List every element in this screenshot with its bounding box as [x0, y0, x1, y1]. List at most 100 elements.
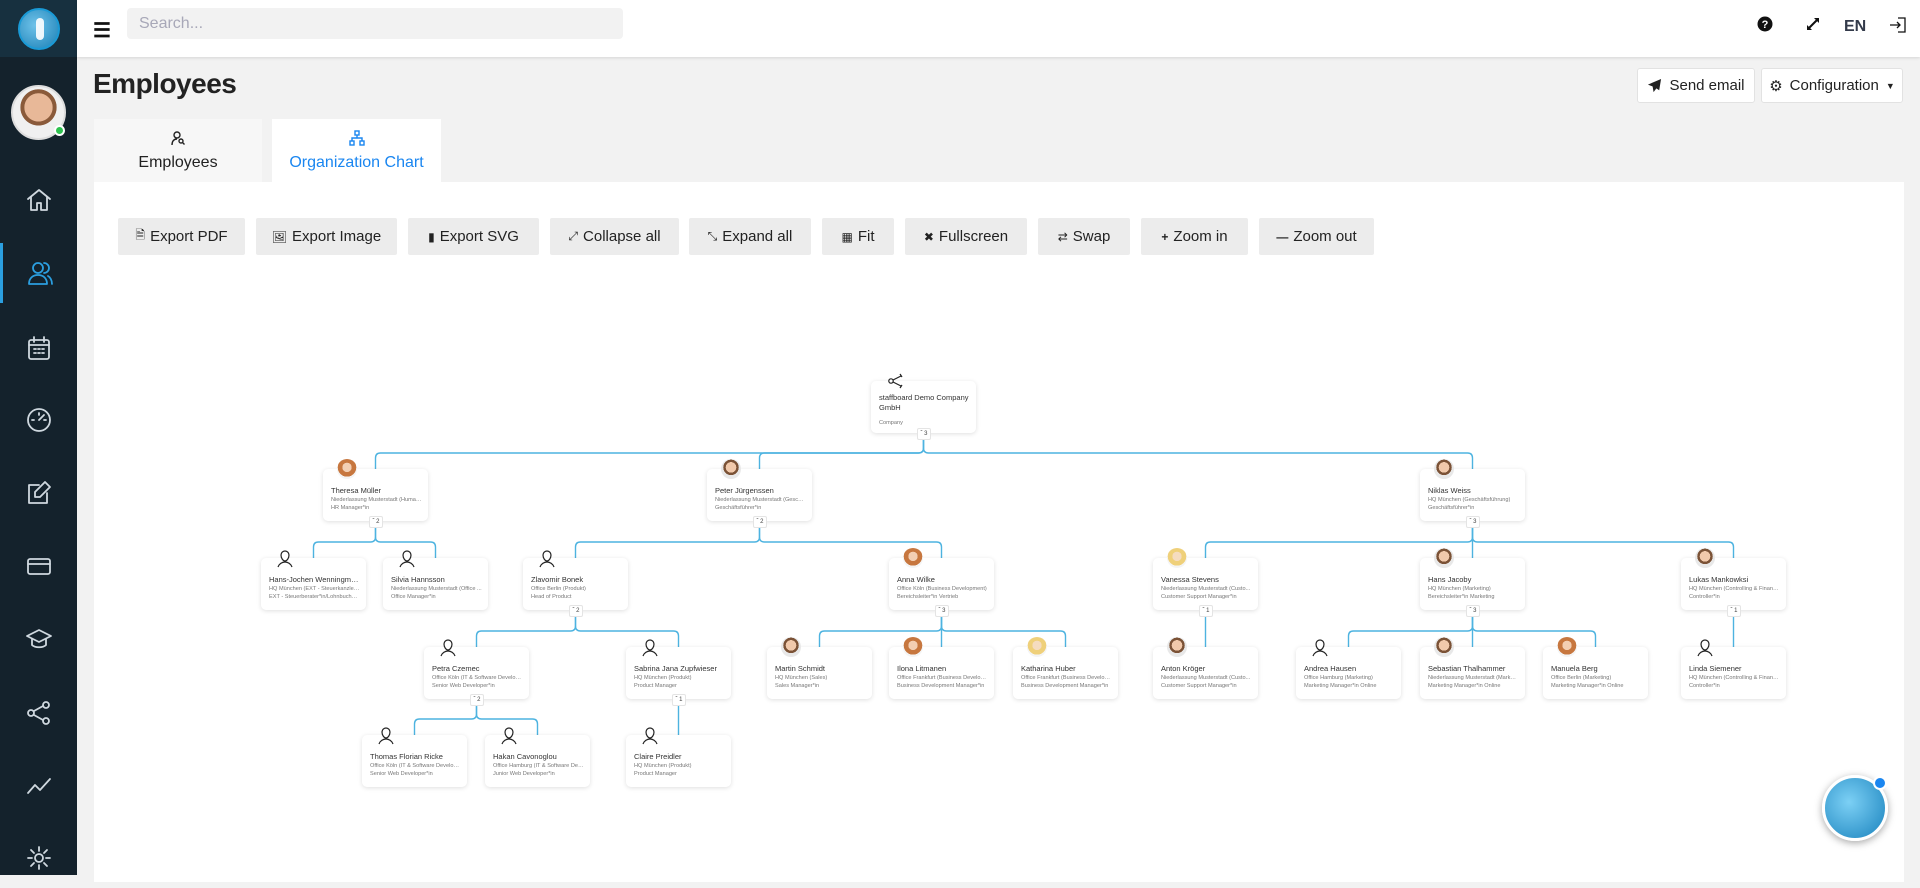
org-node-employee[interactable]: Petra Czemec Office Köln (IT & Software D…: [424, 639, 529, 706]
sidebar-item-users[interactable]: [0, 243, 77, 303]
app-logo[interactable]: [0, 0, 77, 57]
collapse-children-button[interactable]: ˆ 1: [672, 694, 686, 706]
sidebar-item-edit[interactable]: [0, 463, 77, 523]
collapse-children-button[interactable]: ˆ 2: [753, 516, 767, 528]
org-node-employee[interactable]: Katharina Huber Office Frankfurt (Busines…: [1013, 637, 1118, 699]
org-node-employee[interactable]: Sabrina Jana Zupfwieser HQ München (Produ…: [626, 639, 731, 706]
toolbar-fit-button[interactable]: ▦ Fit: [822, 218, 894, 255]
org-node-employee[interactable]: Anna Wilke Office Köln (Business Developm…: [889, 548, 994, 617]
employee-photo: [1557, 637, 1577, 657]
sitemap-icon: [348, 129, 365, 146]
node-position: Head of Product: [531, 594, 572, 600]
help-assistant-button[interactable]: [1822, 775, 1888, 841]
org-node-company[interactable]: staffboard Demo Company GmbH Company ˆ 3: [871, 373, 976, 440]
org-node-employee[interactable]: Silvia Hannsson Niederlassung Musterstadt…: [383, 550, 488, 610]
node-name: Hans-Jochen Wenningmeier: [269, 575, 360, 584]
node-position: Senior Web Developer*in: [432, 683, 495, 689]
graduation-cap-icon: [25, 629, 52, 649]
org-node-employee[interactable]: Peter Jürgenssen Niederlassung Musterstad…: [707, 459, 812, 528]
toolbar-export-svg-button[interactable]: ▮ Export SVG: [408, 218, 539, 255]
node-name: Manuela Berg: [1551, 664, 1598, 673]
toolbar-export-pdf-button[interactable]: 🗎 Export PDF: [118, 218, 245, 255]
org-node-employee[interactable]: Ilona Litmanen Office Frankfurt (Business…: [889, 637, 994, 699]
node-name: Anna Wilke: [897, 575, 935, 584]
sidebar-item-calendar[interactable]: [0, 318, 77, 378]
toolbar-zoom-in-button[interactable]: + Zoom in: [1141, 218, 1248, 255]
notification-dot: [1873, 776, 1887, 790]
user-avatar[interactable]: [11, 85, 66, 140]
tab-organization-chart[interactable]: Organization Chart: [272, 119, 441, 182]
org-node-employee[interactable]: Zlavomir Bonek Office Berlin (Produkt) Hea…: [523, 550, 628, 617]
tab-employees[interactable]: Employees: [94, 119, 262, 182]
org-node-employee[interactable]: Hans-Jochen Wenningmeier HQ München (EXT …: [261, 550, 366, 610]
node-position: Controller*in: [1689, 594, 1720, 600]
org-node-employee[interactable]: Lukas Mankowksi HQ München (Controlling &…: [1681, 548, 1786, 617]
node-name: Ilona Litmanen: [897, 664, 947, 673]
sidebar-item-share[interactable]: [0, 683, 77, 743]
expand-icon[interactable]: [1805, 16, 1821, 37]
language-selector[interactable]: EN: [1844, 18, 1866, 36]
org-node-employee[interactable]: Theresa Müller Niederlassung Musterstadt …: [323, 459, 428, 528]
org-node-employee[interactable]: Hans Jacoby HQ München (Marketing) Bereich…: [1420, 548, 1525, 617]
org-node-employee[interactable]: Hakan Cavonoglou Office Hamburg (IT & Sof…: [485, 727, 590, 787]
chart-line-icon: [26, 778, 51, 794]
svg-text:?: ?: [1762, 19, 1769, 31]
collapse-children-button[interactable]: ˆ 2: [369, 516, 383, 528]
org-node-employee[interactable]: Andrea Hausen Office Hamburg (Marketing) M…: [1296, 639, 1401, 699]
toolbar-button-label: Collapse all: [583, 228, 661, 245]
toolbar-zoom-out-button[interactable]: — Zoom out: [1259, 218, 1374, 255]
configuration-dropdown[interactable]: ⚙ Configuration ▼: [1761, 68, 1903, 103]
file-icon: ▮: [428, 229, 435, 244]
org-node-employee[interactable]: Anton Kröger Niederlassung Musterstadt (C…: [1153, 637, 1258, 699]
node-name: Silvia Hannsson: [391, 575, 445, 584]
node-position: Business Development Manager*in: [1021, 683, 1109, 689]
org-node-employee[interactable]: Linda Siemener HQ München (Controlling & …: [1681, 639, 1786, 699]
search-input[interactable]: [127, 8, 623, 39]
person-placeholder-icon: [1310, 637, 1330, 657]
collapse-children-button[interactable]: ˆ 1: [1727, 605, 1741, 617]
hamburger-icon[interactable]: ☰: [93, 18, 111, 43]
children-count: 1: [1206, 608, 1210, 614]
node-position: Geschäftsführer*in: [1428, 505, 1475, 511]
page-title: Employees: [93, 68, 237, 99]
sidebar-item-home[interactable]: [0, 170, 77, 230]
node-name: Katharina Huber: [1021, 664, 1076, 673]
toolbar-swap-button[interactable]: ⇄ Swap: [1038, 218, 1130, 255]
org-node-employee[interactable]: Sebastian Thalhammer Niederlassung Muster…: [1420, 637, 1525, 699]
toolbar-export-image-button[interactable]: 🖼 Export Image: [256, 218, 397, 255]
node-position: Senior Web Developer*in: [370, 771, 433, 777]
org-node-employee[interactable]: Niklas Weiss HQ München (Geschäftsführung…: [1420, 459, 1525, 528]
node-department: Office Frankfurt (Business Develop...: [897, 675, 988, 681]
toolbar-expand-all-button[interactable]: ⤡ Expand all: [689, 218, 811, 255]
node-position: Business Development Manager*in: [897, 683, 985, 689]
send-email-button[interactable]: Send email: [1637, 68, 1755, 103]
plus-icon: +: [1161, 229, 1169, 244]
node-department: Company: [879, 420, 903, 426]
question-circle-icon[interactable]: ?: [1757, 16, 1773, 37]
collapse-children-button[interactable]: ˆ 2: [470, 694, 484, 706]
org-node-employee[interactable]: Thomas Florian Ricke Office Köln (IT & So…: [362, 727, 467, 787]
collapse-children-button[interactable]: ˆ 3: [1466, 516, 1480, 528]
sidebar-item-credit-card[interactable]: [0, 536, 77, 596]
collapse-children-button[interactable]: ˆ 3: [917, 428, 931, 440]
sidebar-item-gear[interactable]: [0, 828, 77, 888]
toolbar-fullscreen-button[interactable]: ✖ Fullscreen: [905, 218, 1027, 255]
sidebar-item-graduation-cap[interactable]: [0, 609, 77, 669]
sidebar-item-chart-line[interactable]: [0, 755, 77, 815]
sidebar-item-speedometer[interactable]: [0, 390, 77, 450]
node-position: Customer Support Manager*in: [1161, 683, 1237, 689]
toolbar-collapse-all-button[interactable]: ⤢ Collapse all: [550, 218, 679, 255]
collapse-children-button[interactable]: ˆ 1: [1199, 605, 1213, 617]
org-node-employee[interactable]: Claire Preidler HQ München (Produkt) Produ…: [626, 727, 731, 787]
org-node-employee[interactable]: Vanessa Stevens Niederlassung Musterstadt…: [1153, 548, 1258, 617]
children-count: 2: [576, 608, 580, 614]
org-node-employee[interactable]: Manuela Berg Office Berlin (Marketing) Mar…: [1543, 637, 1648, 699]
node-department: Niederlassung Musterstadt (Custo...: [1161, 586, 1251, 592]
gear-icon: ⚙: [1769, 77, 1783, 95]
tab-label: Organization Chart: [289, 153, 424, 171]
sign-out-icon[interactable]: [1889, 16, 1907, 39]
collapse-children-button[interactable]: ˆ 2: [569, 605, 583, 617]
collapse-children-button[interactable]: ˆ 3: [1466, 605, 1480, 617]
collapse-children-button[interactable]: ˆ 3: [935, 605, 949, 617]
org-node-employee[interactable]: Martin Schmidt HQ München (Sales) Sales Ma…: [767, 637, 872, 699]
